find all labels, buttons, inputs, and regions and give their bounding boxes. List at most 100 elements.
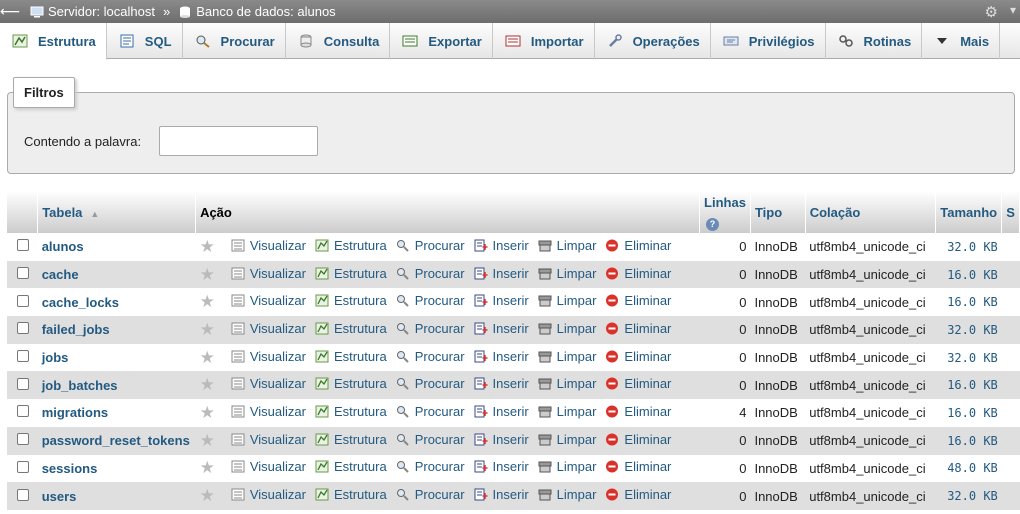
browse-action-link[interactable]: Visualizar bbox=[231, 459, 306, 474]
structure-action-link[interactable]: Estrutura bbox=[315, 404, 387, 419]
structure-action-link[interactable]: Estrutura bbox=[315, 238, 387, 253]
empty-action-link[interactable]: Limpar bbox=[538, 376, 596, 391]
search-action-link[interactable]: Procurar bbox=[396, 321, 465, 336]
table-name-link[interactable]: job_batches bbox=[42, 378, 118, 393]
search-action-link[interactable]: Procurar bbox=[396, 349, 465, 364]
browse-action-link[interactable]: Visualizar bbox=[231, 266, 306, 281]
search-action-link[interactable]: Procurar bbox=[396, 487, 465, 502]
table-name-link[interactable]: migrations bbox=[42, 405, 108, 420]
table-name-link[interactable]: users bbox=[42, 489, 77, 504]
table-size[interactable]: 48.0 KB bbox=[935, 454, 1002, 483]
table-size[interactable]: 32.0 KB bbox=[935, 482, 1002, 510]
col-header-size[interactable]: Tamanho bbox=[935, 191, 1003, 233]
col-header-type[interactable]: Tipo bbox=[750, 191, 806, 233]
drop-action-link[interactable]: Eliminar bbox=[605, 238, 671, 253]
drop-action-link[interactable]: Eliminar bbox=[605, 376, 671, 391]
insert-action-link[interactable]: Inserir bbox=[474, 459, 529, 474]
drop-action-link[interactable]: Eliminar bbox=[605, 487, 671, 502]
search-action-link[interactable]: Procurar bbox=[396, 293, 465, 308]
favorite-star-icon[interactable]: ★ bbox=[200, 403, 215, 422]
table-name-link[interactable]: jobs bbox=[42, 350, 69, 365]
browse-action-link[interactable]: Visualizar bbox=[231, 376, 306, 391]
search-action-link[interactable]: Procurar bbox=[396, 404, 465, 419]
chevron-down-icon[interactable]: ▾ bbox=[1010, 3, 1016, 17]
search-action-link[interactable]: Procurar bbox=[396, 376, 465, 391]
drop-action-link[interactable]: Eliminar bbox=[605, 404, 671, 419]
insert-action-link[interactable]: Inserir bbox=[474, 404, 529, 419]
structure-action-link[interactable]: Estrutura bbox=[315, 459, 387, 474]
table-name-link[interactable]: cache_locks bbox=[42, 295, 119, 310]
favorite-star-icon[interactable]: ★ bbox=[200, 237, 215, 256]
favorite-star-icon[interactable]: ★ bbox=[200, 431, 215, 450]
search-action-link[interactable]: Procurar bbox=[396, 238, 465, 253]
insert-action-link[interactable]: Inserir bbox=[474, 432, 529, 447]
insert-action-link[interactable]: Inserir bbox=[474, 266, 529, 281]
search-action-link[interactable]: Procurar bbox=[396, 432, 465, 447]
col-header-rows[interactable]: Linhas? bbox=[699, 191, 751, 233]
breadcrumb-database[interactable]: Banco de dados: alunos bbox=[196, 4, 336, 19]
tab-sql[interactable]: SQL bbox=[107, 23, 183, 59]
drop-action-link[interactable]: Eliminar bbox=[605, 266, 671, 281]
empty-action-link[interactable]: Limpar bbox=[538, 266, 596, 281]
table-size[interactable]: 16.0 KB bbox=[935, 288, 1002, 317]
col-header-overhead[interactable]: S bbox=[1001, 191, 1020, 233]
tab-search[interactable]: Procurar bbox=[183, 23, 286, 59]
browse-action-link[interactable]: Visualizar bbox=[231, 293, 306, 308]
drop-action-link[interactable]: Eliminar bbox=[605, 349, 671, 364]
table-name-link[interactable]: alunos bbox=[42, 239, 84, 254]
favorite-star-icon[interactable]: ★ bbox=[200, 486, 215, 505]
browse-action-link[interactable]: Visualizar bbox=[231, 432, 306, 447]
table-size[interactable]: 32.0 KB bbox=[935, 343, 1002, 372]
empty-action-link[interactable]: Limpar bbox=[538, 238, 596, 253]
favorite-star-icon[interactable]: ★ bbox=[200, 348, 215, 367]
row-checkbox[interactable] bbox=[17, 460, 29, 473]
tab-import[interactable]: Importar bbox=[493, 23, 595, 59]
empty-action-link[interactable]: Limpar bbox=[538, 321, 596, 336]
structure-action-link[interactable]: Estrutura bbox=[315, 432, 387, 447]
tab-routines[interactable]: Rotinas bbox=[826, 23, 923, 59]
gear-icon[interactable]: ⚙ bbox=[985, 3, 998, 21]
empty-action-link[interactable]: Limpar bbox=[538, 459, 596, 474]
table-size[interactable]: 32.0 KB bbox=[935, 316, 1002, 344]
insert-action-link[interactable]: Inserir bbox=[474, 487, 529, 502]
tab-export[interactable]: Exportar bbox=[390, 23, 493, 59]
table-size[interactable]: 32.0 KB bbox=[935, 233, 1002, 261]
row-checkbox[interactable] bbox=[17, 377, 29, 390]
favorite-star-icon[interactable]: ★ bbox=[200, 292, 215, 311]
favorite-star-icon[interactable]: ★ bbox=[200, 375, 215, 394]
insert-action-link[interactable]: Inserir bbox=[474, 349, 529, 364]
drop-action-link[interactable]: Eliminar bbox=[605, 432, 671, 447]
insert-action-link[interactable]: Inserir bbox=[474, 238, 529, 253]
empty-action-link[interactable]: Limpar bbox=[538, 487, 596, 502]
row-checkbox[interactable] bbox=[17, 322, 29, 335]
tab-wrench[interactable]: Operações bbox=[595, 23, 711, 59]
row-checkbox[interactable] bbox=[17, 239, 29, 252]
tab-privileges[interactable]: Privilégios bbox=[711, 23, 826, 59]
col-header-collation[interactable]: Colação bbox=[805, 191, 937, 233]
search-action-link[interactable]: Procurar bbox=[396, 266, 465, 281]
row-checkbox[interactable] bbox=[17, 267, 29, 280]
table-size[interactable]: 16.0 KB bbox=[935, 371, 1002, 400]
insert-action-link[interactable]: Inserir bbox=[474, 321, 529, 336]
row-checkbox[interactable] bbox=[17, 405, 29, 418]
favorite-star-icon[interactable]: ★ bbox=[200, 265, 215, 284]
table-size[interactable]: 16.0 KB bbox=[935, 260, 1002, 289]
favorite-star-icon[interactable]: ★ bbox=[200, 458, 215, 477]
structure-action-link[interactable]: Estrutura bbox=[315, 266, 387, 281]
empty-action-link[interactable]: Limpar bbox=[538, 293, 596, 308]
browse-action-link[interactable]: Visualizar bbox=[231, 321, 306, 336]
insert-action-link[interactable]: Inserir bbox=[474, 293, 529, 308]
row-checkbox[interactable] bbox=[17, 488, 29, 501]
row-checkbox[interactable] bbox=[17, 294, 29, 307]
browse-action-link[interactable]: Visualizar bbox=[231, 238, 306, 253]
table-name-link[interactable]: sessions bbox=[42, 461, 98, 476]
empty-action-link[interactable]: Limpar bbox=[538, 432, 596, 447]
browse-action-link[interactable]: Visualizar bbox=[231, 404, 306, 419]
help-icon[interactable]: ? bbox=[706, 218, 720, 231]
breadcrumb-server[interactable]: Servidor: localhost bbox=[48, 4, 155, 19]
tab-structure[interactable]: Estrutura bbox=[0, 23, 107, 60]
row-checkbox[interactable] bbox=[17, 350, 29, 363]
table-name-link[interactable]: password_reset_tokens bbox=[42, 433, 190, 448]
table-name-link[interactable]: cache bbox=[42, 267, 79, 282]
row-checkbox[interactable] bbox=[17, 433, 29, 446]
